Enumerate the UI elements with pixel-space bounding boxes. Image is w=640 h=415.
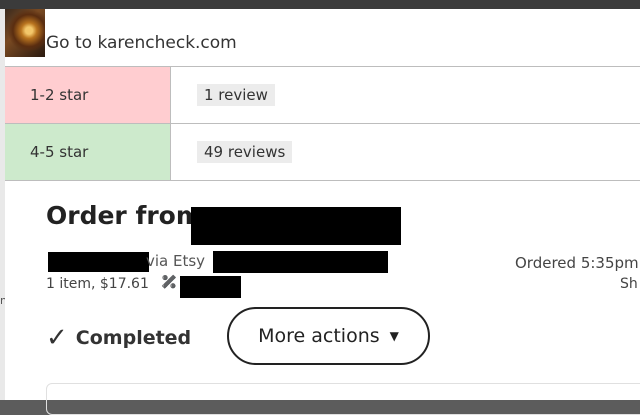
checkmark-icon: ✓ <box>46 323 68 353</box>
rating-row-low: 1-2 star 1 review <box>5 66 640 123</box>
redacted-order-id <box>213 251 388 273</box>
redacted-buyer-name <box>48 252 149 272</box>
via-etsy-text: via Etsy <box>146 252 206 270</box>
order-item-summary: 1 item, $17.61 <box>46 276 149 292</box>
rating-row-high: 4-5 star 49 reviews <box>5 123 640 181</box>
status-label: Completed <box>75 327 192 349</box>
order-title: Order from <box>46 201 202 230</box>
bottom-card <box>46 383 640 415</box>
site-link[interactable]: Go to karencheck.com <box>46 33 237 53</box>
site-logo-avatar[interactable] <box>5 9 45 57</box>
redacted-shop-name <box>191 207 401 245</box>
review-count-high[interactable]: 49 reviews <box>197 141 293 163</box>
rating-table: 1-2 star 1 review 4-5 star 49 reviews <box>5 66 640 181</box>
review-count-low[interactable]: 1 review <box>197 84 275 106</box>
ordered-time: Ordered 5:35pm <box>515 254 639 272</box>
ship-info-partial: Sh <box>620 276 638 292</box>
status-completed: ✓ Completed <box>46 323 191 353</box>
rating-label-low: 1-2 star <box>5 67 171 123</box>
more-actions-label: More actions <box>258 325 380 347</box>
redacted-tag-value <box>180 276 241 298</box>
more-actions-button[interactable]: More actions ▼ <box>227 307 430 365</box>
rating-label-high: 4-5 star <box>5 124 171 180</box>
browser-top-strip <box>0 0 640 9</box>
caret-down-icon: ▼ <box>389 329 399 343</box>
